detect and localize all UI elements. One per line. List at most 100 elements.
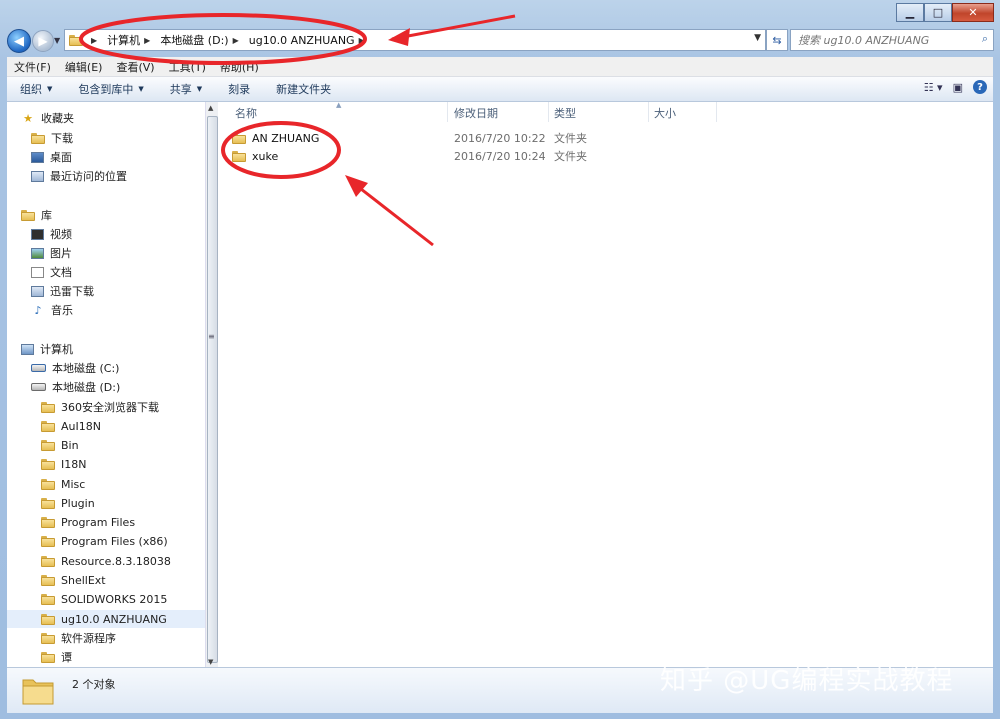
- column-divider: [548, 102, 549, 122]
- sort-arrow-icon: ▲: [336, 101, 342, 109]
- dropdown-arrow-icon: ▼: [47, 85, 53, 93]
- sidebar-folder[interactable]: Bin: [41, 436, 79, 454]
- sidebar-folder[interactable]: Program Files: [41, 513, 135, 531]
- sidebar-item-downloads[interactable]: 下载: [31, 129, 73, 147]
- toolbar-right: ☷ ▾ ▣ ?: [924, 80, 987, 94]
- refresh-icon: ⇆: [772, 33, 782, 47]
- system-drive-icon: [31, 364, 46, 372]
- item-count: 2 个对象: [72, 678, 116, 691]
- column-date[interactable]: 修改日期: [454, 102, 498, 123]
- sidebar-folder[interactable]: 360安全浏览器下载: [41, 398, 159, 416]
- explorer-window: ▁ □ ✕ ◀ ▶ ▼ ▶ 计算机 ▶ 本地磁盘 (D:) ▶ ug10.0 ANZ…: [0, 0, 1000, 719]
- sidebar-item-drive-d[interactable]: 本地磁盘 (D:): [31, 378, 120, 396]
- help-icon[interactable]: ?: [973, 80, 987, 94]
- sidebar-folder[interactable]: Program Files (x86): [41, 532, 168, 550]
- menu-help[interactable]: 帮助(H): [213, 59, 266, 75]
- file-name-cell: xuke: [232, 150, 450, 163]
- organize-button[interactable]: 组织 ▼: [7, 81, 65, 97]
- sidebar-folder[interactable]: Resource.8.3.18038: [41, 552, 171, 570]
- back-button[interactable]: ◀: [7, 29, 31, 53]
- sidebar-item-documents[interactable]: 文档: [31, 263, 72, 281]
- menu-edit[interactable]: 编辑(E): [58, 59, 110, 75]
- sidebar-folder[interactable]: AuI18N: [41, 417, 101, 435]
- search-icon[interactable]: ⌕: [982, 32, 988, 46]
- star-icon: ★: [23, 111, 33, 125]
- table-row[interactable]: xuke 2016/7/20 10:24 文件夹: [232, 147, 587, 165]
- folder-icon: [41, 632, 55, 644]
- menu-tools[interactable]: 工具(T): [162, 59, 213, 75]
- file-type-cell: 文件夹: [554, 150, 587, 163]
- sidebar-item-desktop[interactable]: 桌面: [31, 148, 72, 166]
- file-date-cell: 2016/7/20 10:22: [454, 131, 546, 145]
- menu-file[interactable]: 文件(F): [7, 59, 58, 75]
- music-icon: ♪: [34, 303, 42, 317]
- sidebar-folder-selected[interactable]: ug10.0 ANZHUANG: [7, 610, 205, 628]
- file-name-cell: AN ZHUANG: [232, 132, 450, 145]
- breadcrumb-separator[interactable]: ▶: [87, 36, 103, 45]
- table-row[interactable]: AN ZHUANG 2016/7/20 10:22 文件夹: [232, 129, 587, 147]
- column-divider: [447, 102, 448, 122]
- navigation-row: ◀ ▶ ▼ ▶ 计算机 ▶ 本地磁盘 (D:) ▶ ug10.0 ANZHUANG ▶…: [0, 24, 1000, 56]
- breadcrumb-drive-d[interactable]: 本地磁盘 (D:) ▶: [160, 32, 244, 48]
- sidebar-folder[interactable]: ShellExt: [41, 571, 106, 589]
- favorites-header[interactable]: ★ 收藏夹: [21, 109, 74, 127]
- folder-icon: [41, 478, 55, 490]
- file-type-cell: 文件夹: [554, 132, 587, 145]
- chevron-right-icon: ▶: [91, 35, 98, 45]
- view-options-icon[interactable]: ☷ ▾: [924, 81, 943, 94]
- address-dropdown-icon[interactable]: ▼: [754, 33, 761, 43]
- column-divider: [648, 102, 649, 122]
- scroll-thumb[interactable]: [207, 116, 218, 663]
- sidebar-folder[interactable]: SOLIDWORKS 2015: [41, 590, 167, 608]
- sidebar-folder[interactable]: 谭: [41, 648, 72, 666]
- scroll-up-icon[interactable]: ▲: [208, 104, 213, 112]
- share-button[interactable]: 共享 ▼: [157, 81, 215, 97]
- sidebar-item-recent[interactable]: 最近访问的位置: [31, 167, 127, 185]
- close-button[interactable]: ✕: [952, 3, 994, 22]
- sidebar-item-videos[interactable]: 视频: [31, 225, 72, 243]
- breadcrumb-computer[interactable]: 计算机 ▶: [107, 32, 156, 48]
- column-name[interactable]: 名称: [235, 102, 257, 123]
- computer-header[interactable]: 计算机: [21, 340, 73, 358]
- sidebar-folder[interactable]: Misc: [41, 475, 85, 493]
- sidebar-folder[interactable]: I18N: [41, 455, 86, 473]
- maximize-button[interactable]: □: [924, 3, 952, 22]
- folder-icon: [41, 497, 55, 509]
- folder-icon: [41, 574, 55, 586]
- folder-icon: [41, 613, 55, 625]
- burn-button[interactable]: 刻录: [215, 81, 263, 97]
- refresh-button[interactable]: ⇆: [766, 29, 788, 51]
- new-folder-button[interactable]: 新建文件夹: [263, 81, 344, 97]
- minimize-button[interactable]: ▁: [896, 3, 924, 22]
- breadcrumb-ug-folder[interactable]: ug10.0 ANZHUANG ▶: [249, 34, 371, 47]
- sidebar-item-pictures[interactable]: 图片: [31, 244, 72, 262]
- sidebar-item-music[interactable]: ♪ 音乐: [31, 301, 73, 319]
- recent-pages-dropdown-icon[interactable]: ▼: [54, 36, 60, 45]
- scroll-down-icon[interactable]: ▼: [208, 658, 213, 666]
- folder-icon: [41, 401, 55, 413]
- column-size[interactable]: 大小: [654, 102, 676, 123]
- navigation-scrollbar[interactable]: ▲ ≡ ▼: [205, 102, 218, 667]
- forward-button[interactable]: ▶: [32, 30, 54, 52]
- chevron-right-icon: ▶: [144, 35, 151, 45]
- sidebar-item-thunder-downloads[interactable]: 迅雷下载: [31, 282, 94, 300]
- sidebar-folder[interactable]: Plugin: [41, 494, 95, 512]
- menu-view[interactable]: 查看(V): [109, 59, 161, 75]
- sidebar-item-drive-c[interactable]: 本地磁盘 (C:): [31, 359, 119, 377]
- desktop-icon: [31, 151, 44, 163]
- address-bar[interactable]: ▶ 计算机 ▶ 本地磁盘 (D:) ▶ ug10.0 ANZHUANG ▶ ▼: [64, 29, 766, 51]
- video-icon: [31, 228, 44, 240]
- folder-icon: [41, 458, 55, 470]
- search-input[interactable]: [796, 30, 970, 50]
- libraries-header[interactable]: 库: [21, 206, 52, 224]
- dropdown-arrow-icon: ▼: [196, 85, 203, 93]
- recent-places-icon: [31, 170, 44, 182]
- chevron-right-icon: ▶: [232, 35, 239, 45]
- include-in-library-button[interactable]: 包含到库中 ▼: [65, 81, 156, 97]
- folder-icon: [41, 535, 55, 547]
- search-box[interactable]: ⌕: [790, 29, 994, 51]
- documents-icon: [31, 266, 44, 278]
- column-type[interactable]: 类型: [554, 102, 576, 123]
- sidebar-folder[interactable]: 软件源程序: [41, 629, 116, 647]
- preview-pane-icon[interactable]: ▣: [953, 81, 963, 94]
